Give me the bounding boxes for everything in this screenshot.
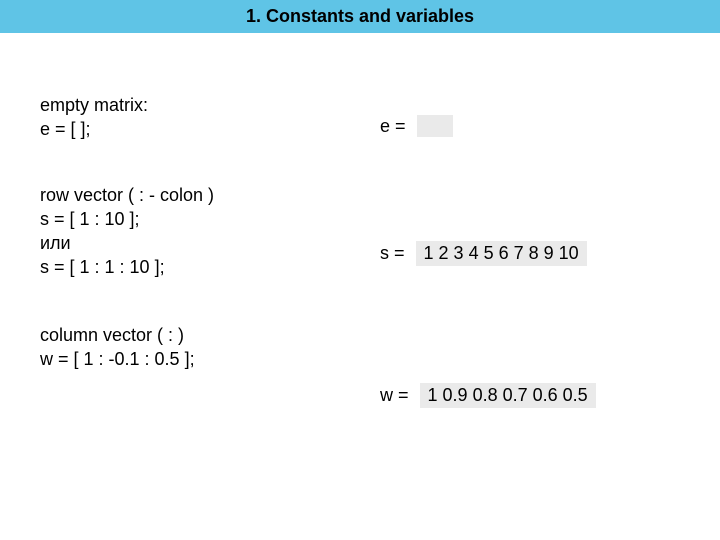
result-column-vector: w = 1 0.9 0.8 0.7 0.6 0.5 [380, 383, 700, 408]
code-line: w = [ 1 : -0.1 : 0.5 ]; [40, 347, 380, 371]
code-line: e = [ ]; [40, 117, 380, 141]
code-line: или [40, 231, 380, 255]
result-label: s = [380, 243, 405, 264]
result-value: 1 2 3 4 5 6 7 8 9 10 [416, 241, 587, 266]
block-column-vector: column vector ( : ) w = [ 1 : -0.1 : 0.5… [40, 323, 380, 371]
code-line: s = [ 1 : 1 : 10 ]; [40, 255, 380, 279]
result-empty-matrix: e = [380, 115, 700, 137]
page-title: 1. Constants and variables [0, 0, 720, 33]
code-line: s = [ 1 : 10 ]; [40, 207, 380, 231]
block-empty-matrix: empty matrix: e = [ ]; [40, 93, 380, 141]
block-row-vector: row vector ( : - colon ) s = [ 1 : 10 ];… [40, 183, 380, 279]
heading: column vector ( : ) [40, 323, 380, 347]
result-value [417, 115, 453, 137]
result-value: 1 0.9 0.8 0.7 0.6 0.5 [420, 383, 596, 408]
result-label: e = [380, 116, 406, 137]
heading: empty matrix: [40, 93, 380, 117]
result-row-vector: s = 1 2 3 4 5 6 7 8 9 10 [380, 241, 700, 266]
heading: row vector ( : - colon ) [40, 183, 380, 207]
result-label: w = [380, 385, 409, 406]
